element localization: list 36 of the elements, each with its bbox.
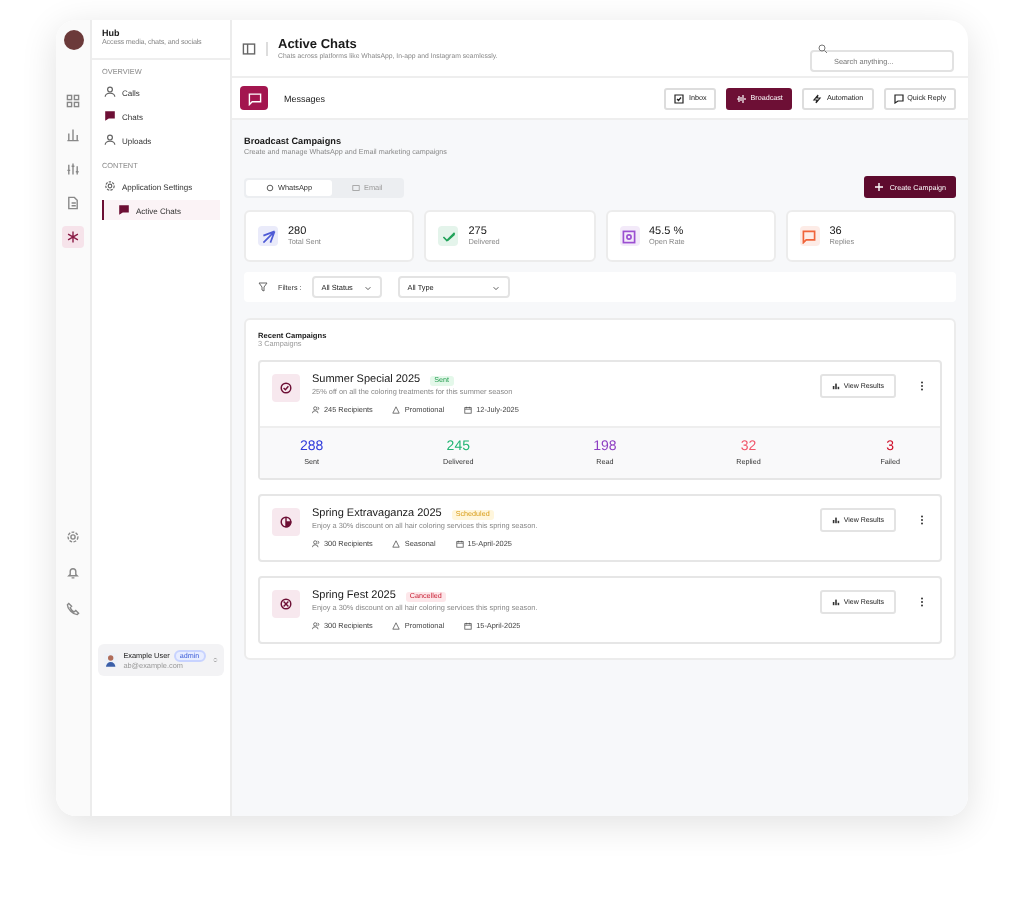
tag-icon xyxy=(392,540,401,548)
filter-icon xyxy=(258,282,268,292)
calendar-icon xyxy=(464,406,473,414)
chevron-down-icon xyxy=(363,283,372,291)
people-icon xyxy=(312,406,320,414)
avatar-circle xyxy=(63,30,83,50)
person-icon xyxy=(104,86,116,98)
user-avatar-icon xyxy=(104,650,118,670)
search-icon xyxy=(818,43,828,53)
calendar-icon xyxy=(464,622,473,630)
chevron-down-icon xyxy=(491,283,500,291)
tag-icon xyxy=(392,406,401,414)
rail-icon[interactable] xyxy=(62,226,84,248)
inbox-icon xyxy=(674,93,685,103)
sidebar-toggle-icon[interactable] xyxy=(242,41,256,55)
chat-bubble-icon xyxy=(118,204,130,216)
campaign-sent-icon xyxy=(272,374,300,402)
bar-chart-icon xyxy=(831,516,840,524)
bar-chart-icon xyxy=(831,598,840,606)
circle-icon xyxy=(266,183,274,191)
gear-icon xyxy=(104,180,116,192)
chat-icon xyxy=(240,86,268,110)
bolt-icon xyxy=(812,93,823,103)
bar-chart-icon xyxy=(831,382,840,390)
campaign-scheduled-icon xyxy=(272,508,300,536)
calendar-icon xyxy=(455,540,464,548)
envelope-icon xyxy=(352,183,361,191)
people-icon xyxy=(312,540,320,548)
broadcast-icon xyxy=(736,93,747,103)
chat-bubble-icon xyxy=(104,110,116,122)
campaign-cancelled-icon xyxy=(272,590,300,618)
people-icon xyxy=(312,622,320,630)
plus-icon xyxy=(873,182,884,192)
tag-icon xyxy=(392,622,401,630)
reply-icon xyxy=(893,93,904,103)
person-icon xyxy=(104,134,116,146)
